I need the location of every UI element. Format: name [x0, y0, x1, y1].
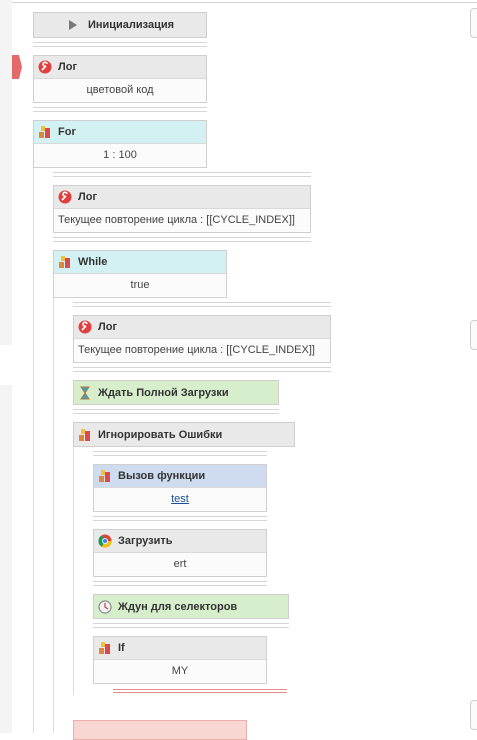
if-value: MY — [94, 659, 266, 682]
call-function-title: Вызов функции — [118, 470, 206, 482]
partial-block[interactable] — [73, 720, 247, 740]
wait-selectors-header: Ждун для селекторов — [94, 595, 288, 618]
chrome-icon — [98, 534, 112, 548]
log-block[interactable]: Лог Текущее повторение цикла : [[CYCLE_I… — [53, 185, 311, 233]
log-block-header: Лог — [54, 186, 310, 208]
block-separator — [73, 302, 331, 307]
wrench-icon — [78, 320, 92, 334]
left-panel-edge-lower — [0, 385, 12, 733]
wrench-icon — [58, 190, 72, 204]
wait-load-title: Ждать Полной Загрузки — [98, 386, 229, 399]
wait-load-header: Ждать Полной Загрузки — [74, 381, 278, 404]
block-separator — [73, 367, 331, 372]
top-divider — [12, 2, 477, 3]
load-header: Загрузить — [94, 530, 266, 552]
play-icon — [66, 18, 80, 32]
for-value: 1 : 100 — [34, 143, 206, 166]
log-value: Текущее повторение цикла : [[CYCLE_INDEX… — [74, 338, 330, 361]
if-title: If — [118, 642, 125, 654]
while-block[interactable]: While true — [53, 250, 227, 298]
wrench-icon — [38, 60, 52, 74]
function-link[interactable]: test — [171, 493, 189, 505]
hourglass-icon — [78, 386, 92, 400]
log-title: Лог — [58, 61, 78, 73]
while-nesting-line — [53, 295, 54, 733]
loop-blocks-icon — [98, 469, 112, 483]
block-separator — [93, 451, 267, 456]
error-separator — [113, 689, 287, 693]
wait-selectors-title: Ждун для селекторов — [118, 600, 238, 613]
init-label: Инициализация — [87, 19, 175, 31]
wait-selectors-block[interactable]: Ждун для селекторов — [93, 594, 289, 619]
log-value: цветовой код — [34, 78, 206, 101]
log-title: Лог — [98, 321, 118, 333]
right-collapse-tab[interactable] — [470, 320, 477, 350]
loop-blocks-icon — [38, 125, 52, 139]
block-separator — [73, 409, 279, 414]
ignore-nesting-line — [73, 445, 74, 695]
right-collapse-tab[interactable] — [470, 8, 477, 38]
load-block[interactable]: Загрузить ert — [93, 529, 267, 577]
block-separator — [93, 516, 267, 521]
current-step-marker — [12, 55, 22, 79]
log-title: Лог — [78, 191, 98, 203]
block-separator — [93, 623, 289, 628]
ignore-errors-header: Игнорировать Ошибки — [74, 423, 294, 446]
block-separator — [93, 581, 267, 586]
for-nesting-line — [33, 165, 34, 733]
for-block-header: For — [34, 121, 206, 143]
log-block-header: Лог — [74, 316, 330, 338]
loop-blocks-icon — [78, 428, 92, 442]
log-block[interactable]: Лог цветовой код — [33, 55, 207, 103]
right-collapse-tab[interactable] — [470, 700, 477, 730]
while-value: true — [54, 273, 226, 296]
clock-icon — [98, 599, 112, 614]
wait-load-block[interactable]: Ждать Полной Загрузки — [73, 380, 279, 405]
ignore-errors-block[interactable]: Игнорировать Ошибки — [73, 422, 295, 447]
block-separator — [53, 172, 311, 177]
init-block[interactable]: Инициализация — [33, 12, 207, 38]
log-block-header: Лог — [34, 56, 206, 78]
log-block[interactable]: Лог Текущее повторение цикла : [[CYCLE_I… — [73, 315, 331, 363]
block-separator — [33, 107, 207, 112]
call-function-header: Вызов функции — [94, 465, 266, 487]
while-title: While — [78, 256, 108, 268]
load-value: ert — [94, 552, 266, 575]
call-function-value-row: test — [94, 487, 266, 510]
log-value: Текущее повторение цикла : [[CYCLE_INDEX… — [54, 208, 310, 231]
block-separator — [53, 237, 311, 242]
load-title: Загрузить — [118, 535, 173, 547]
loop-blocks-icon — [98, 641, 112, 655]
call-function-block[interactable]: Вызов функции test — [93, 464, 267, 512]
while-block-header: While — [54, 251, 226, 273]
loop-blocks-icon — [58, 255, 72, 269]
if-block[interactable]: If MY — [93, 636, 267, 684]
for-title: For — [58, 126, 76, 138]
left-panel-edge — [0, 0, 12, 345]
block-separator — [33, 42, 207, 47]
if-header: If — [94, 637, 266, 659]
for-block[interactable]: For 1 : 100 — [33, 120, 207, 168]
ignore-errors-title: Игнорировать Ошибки — [98, 428, 223, 441]
